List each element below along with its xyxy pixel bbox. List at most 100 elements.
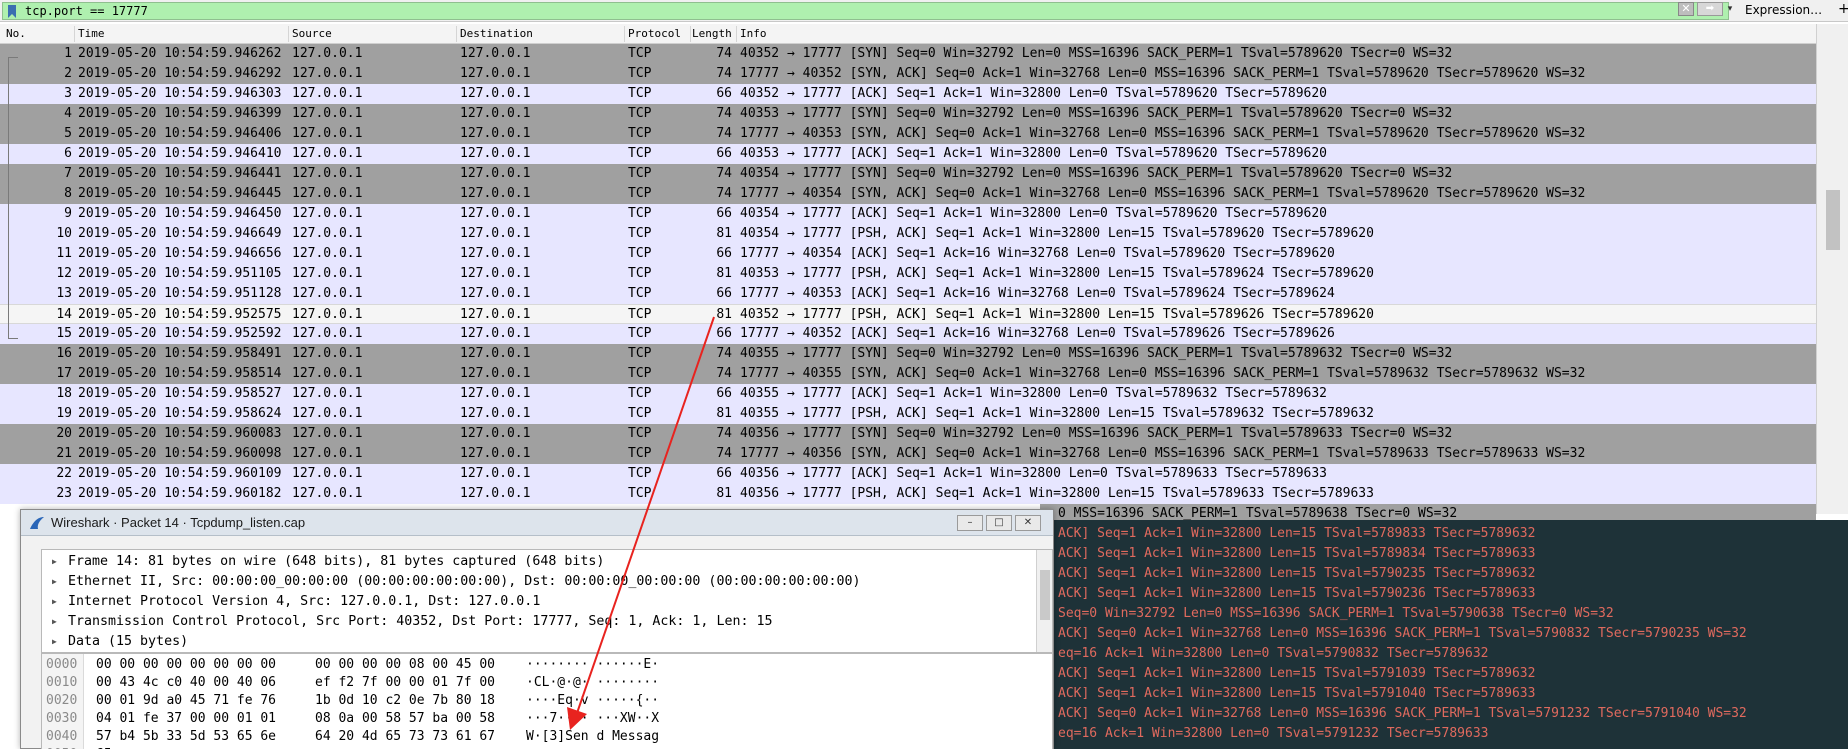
packet-protocol: TCP xyxy=(628,126,652,141)
column-header-length[interactable]: Length xyxy=(692,27,732,40)
packet-source: 127.0.0.1 xyxy=(292,426,363,441)
packet-row[interactable]: 20 2019-05-20 10:54:59.960083 127.0.0.1 127… xyxy=(0,424,1816,444)
packet-source: 127.0.0.1 xyxy=(292,286,363,301)
filter-history-dropdown-icon[interactable]: ▾ xyxy=(1724,2,1736,16)
hex-row[interactable]: 0000 00 00 00 00 00 00 00 00 00 00 00 00 0… xyxy=(42,656,1052,674)
hex-row[interactable]: 0020 00 01 9d a0 45 71 fe 76 1b 0d 10 c2 0… xyxy=(42,692,1052,710)
packet-row[interactable]: 8 2019-05-20 10:54:59.946445 127.0.0.1 127.… xyxy=(0,184,1816,204)
packet-time: 2019-05-20 10:54:59.960182 xyxy=(78,486,282,501)
packet-row[interactable]: 12 2019-05-20 10:54:59.951105 127.0.0.1 127… xyxy=(0,264,1816,284)
hex-row[interactable]: 0030 04 01 fe 37 00 00 01 01 08 0a 00 58 5… xyxy=(42,710,1052,728)
packet-protocol: TCP xyxy=(628,366,652,381)
packet-info: 40356 → 17777 [ACK] Seq=1 Ack=1 Win=3280… xyxy=(740,466,1327,481)
column-header-info[interactable]: Info xyxy=(740,27,767,40)
packet-protocol: TCP xyxy=(628,146,652,161)
packet-row[interactable]: 1 2019-05-20 10:54:59.946262 127.0.0.1 127.… xyxy=(0,44,1816,64)
clear-filter-icon[interactable]: ✕ xyxy=(1678,2,1694,16)
packet-protocol: TCP xyxy=(628,446,652,461)
column-header-time[interactable]: Time xyxy=(78,27,105,40)
apply-filter-icon[interactable]: ➡ xyxy=(1697,2,1723,16)
packet-row[interactable]: 21 2019-05-20 10:54:59.960098 127.0.0.1 127… xyxy=(0,444,1816,464)
packet-list-scroll-thumb[interactable] xyxy=(1826,190,1840,250)
packet-row[interactable]: 10 2019-05-20 10:54:59.946649 127.0.0.1 127… xyxy=(0,224,1816,244)
expand-arrow-icon[interactable]: ▶ xyxy=(52,572,57,592)
packet-info: 17777 → 40354 [SYN, ACK] Seq=0 Ack=1 Win… xyxy=(740,186,1586,201)
packet-source: 127.0.0.1 xyxy=(292,307,363,322)
packet-time: 2019-05-20 10:54:59.946656 xyxy=(78,246,282,261)
hex-row[interactable]: 0040 57 b4 5b 33 5d 53 65 6e 64 20 4d 65 7… xyxy=(42,728,1052,746)
packet-row[interactable]: 6 2019-05-20 10:54:59.946410 127.0.0.1 127.… xyxy=(0,144,1816,164)
expand-arrow-icon[interactable]: ▶ xyxy=(52,632,57,652)
packet-destination: 127.0.0.1 xyxy=(460,66,531,81)
column-header-source[interactable]: Source xyxy=(292,27,332,40)
packet-destination: 127.0.0.1 xyxy=(460,406,531,421)
packet-list: 1 2019-05-20 10:54:59.946262 127.0.0.1 127.… xyxy=(0,44,1816,514)
column-header-destination[interactable]: Destination xyxy=(460,27,533,40)
maximize-button[interactable]: □ xyxy=(986,515,1012,531)
packet-time: 2019-05-20 10:54:59.946445 xyxy=(78,186,282,201)
expand-arrow-icon[interactable]: ▶ xyxy=(52,612,57,632)
packet-info: 40352 → 17777 [SYN] Seq=0 Win=32792 Len=… xyxy=(740,46,1453,61)
packet-protocol: TCP xyxy=(628,406,652,421)
packet-protocol: TCP xyxy=(628,66,652,81)
packet-source: 127.0.0.1 xyxy=(292,46,363,61)
close-button[interactable]: ✕ xyxy=(1015,515,1041,531)
packet-info: 40355 → 17777 [SYN] Seq=0 Win=32792 Len=… xyxy=(740,346,1453,361)
expand-arrow-icon[interactable]: ▶ xyxy=(52,592,57,612)
packet-row[interactable]: 11 2019-05-20 10:54:59.946656 127.0.0.1 127… xyxy=(0,244,1816,264)
packet-protocol: TCP xyxy=(628,246,652,261)
packet-info: 40352 → 17777 [PSH, ACK] Seq=1 Ack=1 Win… xyxy=(740,307,1374,322)
packet-length: 74 xyxy=(716,126,732,141)
packet-row[interactable]: 13 2019-05-20 10:54:59.951128 127.0.0.1 127… xyxy=(0,284,1816,304)
packet-row[interactable]: 19 2019-05-20 10:54:59.958624 127.0.0.1 127… xyxy=(0,404,1816,424)
packet-source: 127.0.0.1 xyxy=(292,206,363,221)
packet-row[interactable]: 4 2019-05-20 10:54:59.946399 127.0.0.1 127.… xyxy=(0,104,1816,124)
details-scrollbar[interactable] xyxy=(1036,550,1052,652)
packet-info: 40355 → 17777 [ACK] Seq=1 Ack=1 Win=3280… xyxy=(740,386,1327,401)
packet-list-scrollbar[interactable] xyxy=(1816,24,1848,514)
packet-row[interactable]: 5 2019-05-20 10:54:59.946406 127.0.0.1 127.… xyxy=(0,124,1816,144)
packet-destination: 127.0.0.1 xyxy=(460,446,531,461)
column-header-protocol[interactable]: Protocol xyxy=(628,27,681,40)
window-titlebar[interactable]: Wireshark · Packet 14 · Tcpdump_listen.c… xyxy=(21,510,1053,536)
display-filter-input[interactable]: tcp.port == 17777 xyxy=(2,2,1729,20)
packet-time: 2019-05-20 10:54:59.958491 xyxy=(78,346,282,361)
packet-row[interactable]: 15 2019-05-20 10:54:59.952592 127.0.0.1 127… xyxy=(0,324,1816,344)
background-line: ACK] Seq=1 Ack=1 Win=32800 Len=15 TSval=… xyxy=(1058,686,1536,701)
packet-protocol: TCP xyxy=(628,86,652,101)
expression-button[interactable]: Expression… xyxy=(1745,3,1822,17)
packet-list-header: No. Time Source Destination Protocol Len… xyxy=(0,24,1816,44)
display-filter-toolbar: tcp.port == 17777 ✕ ➡ ▾ Expression… + xyxy=(0,0,1848,22)
background-line: ACK] Seq=1 Ack=1 Win=32800 Len=15 TSval=… xyxy=(1058,586,1536,601)
packet-length: 74 xyxy=(716,426,732,441)
packet-time: 2019-05-20 10:54:59.946262 xyxy=(78,46,282,61)
packet-info: 40352 → 17777 [ACK] Seq=1 Ack=1 Win=3280… xyxy=(740,86,1327,101)
packet-row[interactable]: 17 2019-05-20 10:54:59.958514 127.0.0.1 127… xyxy=(0,364,1816,384)
packet-destination: 127.0.0.1 xyxy=(460,206,531,221)
packet-row[interactable]: 9 2019-05-20 10:54:59.946450 127.0.0.1 127.… xyxy=(0,204,1816,224)
minimize-button[interactable]: – xyxy=(957,515,983,531)
hex-ascii: ···7···· ···XW··X xyxy=(526,711,660,726)
packet-bytes-pane: 0000 00 00 00 00 00 00 00 00 00 00 00 00 0… xyxy=(41,653,1053,749)
packet-row[interactable]: 2 2019-05-20 10:54:59.946292 127.0.0.1 127.… xyxy=(0,64,1816,84)
expand-arrow-icon[interactable]: ▶ xyxy=(52,552,57,572)
packet-time: 2019-05-20 10:54:59.958527 xyxy=(78,386,282,401)
packet-row[interactable]: 23 2019-05-20 10:54:59.960182 127.0.0.1 127… xyxy=(0,484,1816,504)
add-filter-button[interactable]: + xyxy=(1838,1,1848,17)
conversation-bracket xyxy=(8,57,18,339)
packet-row[interactable]: 7 2019-05-20 10:54:59.946441 127.0.0.1 127.… xyxy=(0,164,1816,184)
packet-row[interactable]: 18 2019-05-20 10:54:59.958527 127.0.0.1 127… xyxy=(0,384,1816,404)
hex-row[interactable]: 0010 00 43 4c c0 40 00 40 06 ef f2 7f 00 0… xyxy=(42,674,1052,692)
packet-row[interactable]: 14 2019-05-20 10:54:59.952575 127.0.0.1 127… xyxy=(0,304,1816,324)
packet-row[interactable]: 16 2019-05-20 10:54:59.958491 127.0.0.1 127… xyxy=(0,344,1816,364)
packet-row[interactable]: 3 2019-05-20 10:54:59.946303 127.0.0.1 127.… xyxy=(0,84,1816,104)
detail-tree-label: Data (15 bytes) xyxy=(68,634,189,649)
bookmark-icon[interactable] xyxy=(7,5,17,18)
packet-source: 127.0.0.1 xyxy=(292,366,363,381)
packet-row[interactable]: 22 2019-05-20 10:54:59.960109 127.0.0.1 127… xyxy=(0,464,1816,484)
packet-length: 66 xyxy=(716,286,732,301)
background-line: ACK] Seq=1 Ack=1 Win=32800 Len=15 TSval=… xyxy=(1058,526,1536,541)
packet-length: 74 xyxy=(716,166,732,181)
packet-length: 74 xyxy=(716,46,732,61)
column-header-no[interactable]: No. xyxy=(6,27,26,40)
